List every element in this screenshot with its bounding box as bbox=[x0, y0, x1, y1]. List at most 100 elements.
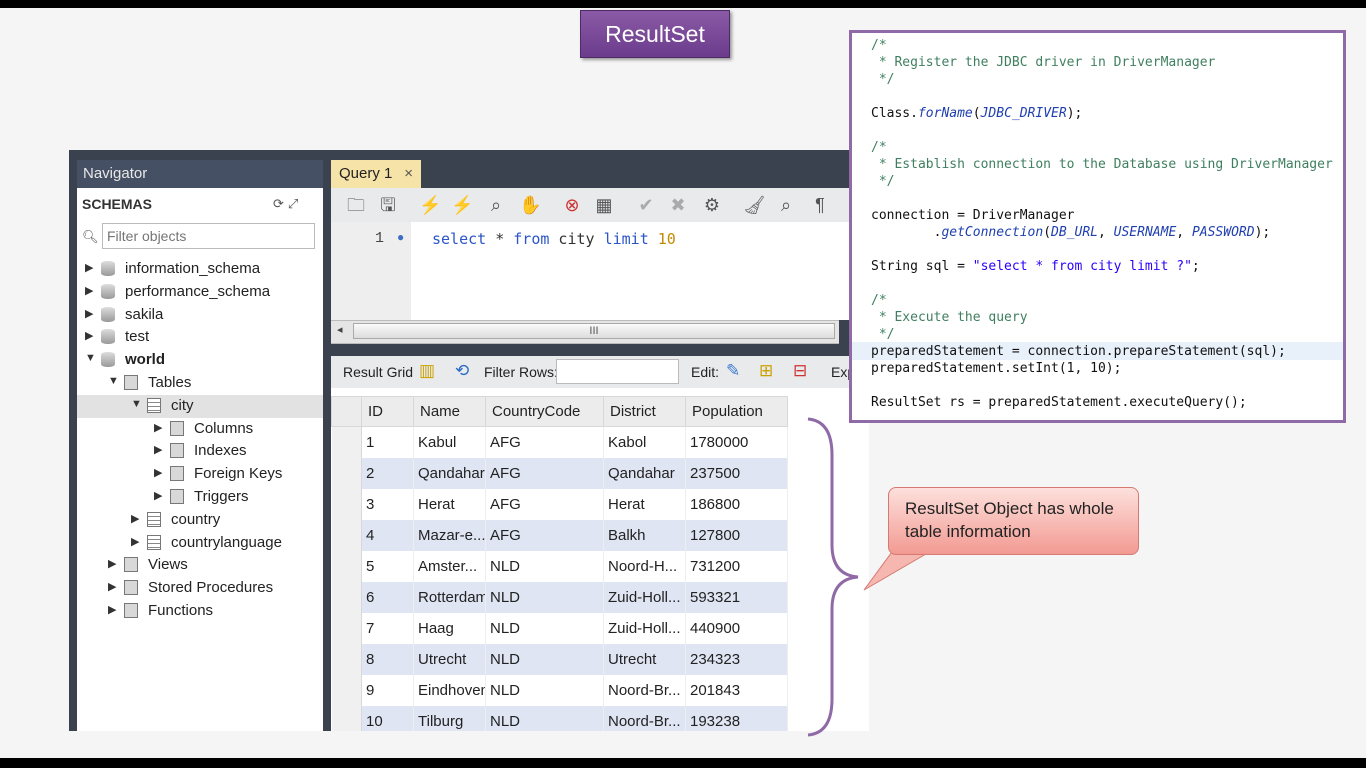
column-header[interactable]: CountryCode bbox=[485, 396, 604, 427]
result-grid-button[interactable]: Result Grid bbox=[343, 364, 413, 380]
table-row[interactable]: 5 Amster... NLD Noord-H... 731200 bbox=[331, 550, 788, 582]
table-row[interactable]: 7 Haag NLD Zuid-Holl... 440900 bbox=[331, 612, 788, 644]
tab-query-1[interactable]: Query 1 × bbox=[331, 160, 421, 188]
table-cell[interactable]: NLD bbox=[485, 550, 604, 582]
row-header[interactable] bbox=[331, 457, 362, 489]
filter-rows-input[interactable] bbox=[556, 359, 679, 384]
table-row[interactable]: 1 Kabul AFG Kabol 1780000 bbox=[331, 426, 788, 458]
collapsed-arrow-icon[interactable]: ▶ bbox=[131, 535, 139, 548]
table-cell[interactable]: 3 bbox=[361, 488, 414, 520]
table-cell[interactable]: 1780000 bbox=[685, 426, 788, 458]
row-header[interactable] bbox=[331, 488, 362, 520]
expanded-arrow-icon[interactable]: ▼ bbox=[131, 398, 142, 410]
tree-item-performance_schema[interactable]: ▶ performance_schema bbox=[77, 281, 323, 304]
sql-editor[interactable]: 1 ● select * from city limit 10 bbox=[331, 222, 869, 320]
table-cell[interactable]: NLD bbox=[485, 643, 604, 675]
edit-row-icon[interactable]: ✎ bbox=[726, 361, 740, 381]
filter-objects-input[interactable] bbox=[102, 223, 315, 249]
column-header[interactable]: District bbox=[603, 396, 686, 427]
collapsed-arrow-icon[interactable]: ▶ bbox=[108, 580, 116, 593]
tree-item-views[interactable]: ▶ Views bbox=[77, 554, 323, 577]
column-header[interactable]: Population bbox=[685, 396, 788, 427]
table-cell[interactable]: AFG bbox=[485, 519, 604, 551]
delete-row-icon[interactable]: ⊟ bbox=[793, 361, 807, 381]
collapsed-arrow-icon[interactable]: ▶ bbox=[85, 307, 93, 320]
save-icon[interactable]: 🖫 bbox=[377, 194, 399, 216]
table-cell[interactable]: Balkh bbox=[603, 519, 686, 551]
find-icon[interactable]: ⌕ bbox=[775, 194, 797, 216]
expanded-arrow-icon[interactable]: ▼ bbox=[108, 375, 119, 387]
tree-item-indexes[interactable]: ▶ Indexes bbox=[77, 440, 323, 463]
collapsed-arrow-icon[interactable]: ▶ bbox=[108, 603, 116, 616]
collapsed-arrow-icon[interactable]: ▶ bbox=[154, 466, 162, 479]
collapsed-arrow-icon[interactable]: ▶ bbox=[85, 261, 93, 274]
toggle-errors-icon[interactable]: ⊗ bbox=[561, 194, 583, 216]
row-header[interactable] bbox=[331, 581, 362, 613]
table-cell[interactable]: NLD bbox=[485, 581, 604, 613]
row-header[interactable] bbox=[331, 519, 362, 551]
table-cell[interactable]: Utrecht bbox=[413, 643, 486, 675]
table-row[interactable]: 3 Herat AFG Herat 186800 bbox=[331, 488, 788, 520]
table-cell[interactable]: Kabul bbox=[413, 426, 486, 458]
tree-item-world[interactable]: ▼ world bbox=[77, 349, 323, 372]
collapsed-arrow-icon[interactable]: ▶ bbox=[85, 284, 93, 297]
table-row[interactable]: 6 Rotterdam NLD Zuid-Holl... 593321 bbox=[331, 581, 788, 613]
tree-item-country[interactable]: ▶ country bbox=[77, 509, 323, 532]
collapsed-arrow-icon[interactable]: ▶ bbox=[154, 443, 162, 456]
table-cell[interactable]: Kabol bbox=[603, 426, 686, 458]
row-header[interactable] bbox=[331, 550, 362, 582]
table-cell[interactable]: 440900 bbox=[685, 612, 788, 644]
execute-current-icon[interactable]: ⚡ bbox=[451, 194, 473, 216]
table-cell[interactable]: Noord-Br... bbox=[603, 705, 686, 731]
tree-item-functions[interactable]: ▶ Functions bbox=[77, 600, 323, 623]
table-row[interactable]: 2 Qandahar AFG Qandahar 237500 bbox=[331, 457, 788, 489]
table-cell[interactable]: 1 bbox=[361, 426, 414, 458]
table-cell[interactable]: 193238 bbox=[685, 705, 788, 731]
row-header[interactable] bbox=[331, 426, 362, 458]
row-header[interactable] bbox=[331, 612, 362, 644]
schemas-toolbar-icons[interactable]: ⟳⤢ bbox=[273, 196, 302, 212]
table-row[interactable]: 8 Utrecht NLD Utrecht 234323 bbox=[331, 643, 788, 675]
table-cell[interactable]: Utrecht bbox=[603, 643, 686, 675]
tree-item-countrylanguage[interactable]: ▶ countrylanguage bbox=[77, 532, 323, 555]
tree-item-tables[interactable]: ▼ Tables bbox=[77, 372, 323, 395]
close-icon[interactable]: × bbox=[404, 160, 413, 188]
table-cell[interactable]: Qandahar bbox=[603, 457, 686, 489]
table-cell[interactable]: Noord-H... bbox=[603, 550, 686, 582]
table-cell[interactable]: 9 bbox=[361, 674, 414, 706]
table-cell[interactable]: Rotterdam bbox=[413, 581, 486, 613]
tree-item-triggers[interactable]: ▶ Triggers bbox=[77, 486, 323, 509]
open-file-icon[interactable]: 🗀 bbox=[345, 194, 367, 216]
table-cell[interactable]: 2 bbox=[361, 457, 414, 489]
table-cell[interactable]: Haag bbox=[413, 612, 486, 644]
table-cell[interactable]: 234323 bbox=[685, 643, 788, 675]
expanded-arrow-icon[interactable]: ▼ bbox=[85, 352, 96, 364]
tree-item-foreign-keys[interactable]: ▶ Foreign Keys bbox=[77, 463, 323, 486]
table-cell[interactable]: Herat bbox=[603, 488, 686, 520]
grid-icon[interactable]: ▦ bbox=[593, 194, 615, 216]
table-cell[interactable]: 186800 bbox=[685, 488, 788, 520]
table-cell[interactable]: AFG bbox=[485, 426, 604, 458]
table-cell[interactable]: Zuid-Holl... bbox=[603, 612, 686, 644]
table-cell[interactable]: Zuid-Holl... bbox=[603, 581, 686, 613]
autocommit-icon[interactable]: ⚙ bbox=[701, 194, 723, 216]
grid-view-icon[interactable]: ▥ bbox=[419, 361, 435, 381]
collapsed-arrow-icon[interactable]: ▶ bbox=[85, 329, 93, 342]
scroll-left-icon[interactable]: ◂ bbox=[337, 323, 343, 336]
table-cell[interactable]: 6 bbox=[361, 581, 414, 613]
explain-icon[interactable]: ⌕ bbox=[485, 194, 507, 216]
column-header[interactable]: Name bbox=[413, 396, 486, 427]
row-header[interactable] bbox=[331, 674, 362, 706]
table-cell[interactable]: NLD bbox=[485, 612, 604, 644]
collapsed-arrow-icon[interactable]: ▶ bbox=[131, 512, 139, 525]
table-cell[interactable]: Tilburg bbox=[413, 705, 486, 731]
commit-icon[interactable]: ✔ bbox=[635, 194, 657, 216]
stop-icon[interactable]: ✋ bbox=[519, 194, 541, 216]
table-cell[interactable]: AFG bbox=[485, 488, 604, 520]
table-cell[interactable]: 8 bbox=[361, 643, 414, 675]
table-cell[interactable]: 593321 bbox=[685, 581, 788, 613]
table-cell[interactable]: Noord-Br... bbox=[603, 674, 686, 706]
table-cell[interactable]: Eindhoven bbox=[413, 674, 486, 706]
tree-item-columns[interactable]: ▶ Columns bbox=[77, 418, 323, 441]
row-header[interactable] bbox=[331, 705, 362, 731]
